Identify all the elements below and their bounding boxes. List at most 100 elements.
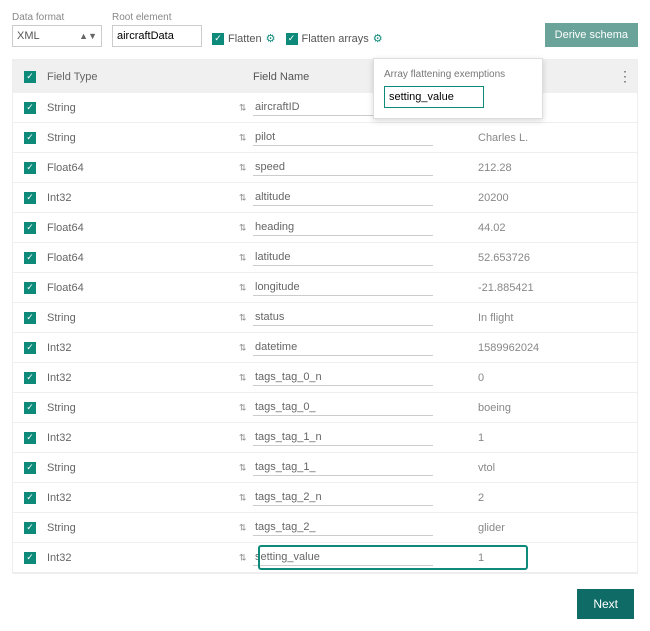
table-row: ✓ String tags_tag_0_ boeing bbox=[13, 393, 637, 423]
table-row: ✓StringstatusIn flight bbox=[13, 303, 637, 333]
table-row: ✓StringaircraftID bbox=[13, 93, 637, 123]
field-name-input[interactable]: datetime bbox=[253, 339, 433, 356]
field-value: In flight bbox=[478, 312, 513, 324]
table-row: ✓ Int32 tags_tag_2_n 2 bbox=[13, 483, 637, 513]
row-checkbox[interactable]: ✓ bbox=[24, 132, 36, 144]
field-type: String bbox=[47, 462, 76, 474]
caret-icon: ▲▼ bbox=[79, 31, 97, 41]
field-value: boeing bbox=[478, 402, 511, 414]
derive-schema-button[interactable]: Derive schema bbox=[545, 23, 638, 47]
field-name-input[interactable]: tags_tag_1_n bbox=[253, 429, 433, 446]
sort-icon[interactable] bbox=[238, 251, 247, 264]
table-row: ✓ Int32 tags_tag_0_n 0 bbox=[13, 363, 637, 393]
row-checkbox[interactable]: ✓ bbox=[24, 222, 36, 234]
row-checkbox[interactable]: ✓ bbox=[24, 192, 36, 204]
row-checkbox[interactable]: ✓ bbox=[24, 282, 36, 294]
sort-icon[interactable] bbox=[238, 551, 247, 564]
table-row: ✓ Int32 datetime 1589962024 bbox=[13, 333, 637, 363]
next-button[interactable]: Next bbox=[577, 589, 634, 619]
field-type: Float64 bbox=[47, 282, 84, 294]
data-format-label: Data format bbox=[12, 12, 102, 23]
field-value: 1589962024 bbox=[478, 342, 539, 354]
sort-icon[interactable] bbox=[238, 101, 247, 114]
row-checkbox[interactable]: ✓ bbox=[24, 342, 36, 354]
table-row: ✓ String tags_tag_2_ glider bbox=[13, 513, 637, 543]
field-type: Int32 bbox=[47, 192, 71, 204]
field-value: Charles L. bbox=[478, 132, 528, 144]
field-type: String bbox=[47, 402, 76, 414]
field-type: Int32 bbox=[47, 372, 71, 384]
row-checkbox[interactable]: ✓ bbox=[24, 252, 36, 264]
select-all-checkbox[interactable]: ✓ bbox=[24, 71, 36, 83]
field-name-input[interactable]: setting_value bbox=[253, 549, 433, 566]
field-name-input[interactable]: longitude bbox=[253, 279, 433, 296]
flatten-arrays-checkbox[interactable]: ✓ bbox=[286, 33, 298, 45]
gear-icon[interactable]: ⚙ bbox=[373, 32, 383, 45]
popup-title: Array flattening exemptions bbox=[384, 69, 532, 80]
sort-icon[interactable] bbox=[238, 401, 247, 414]
table-row: ✓Int32tags_tag_1_n1 bbox=[13, 423, 637, 453]
row-checkbox[interactable]: ✓ bbox=[24, 372, 36, 384]
field-name-input[interactable]: tags_tag_1_ bbox=[253, 459, 433, 476]
field-value: glider bbox=[478, 522, 505, 534]
sort-icon[interactable] bbox=[238, 221, 247, 234]
field-name-input[interactable]: status bbox=[253, 309, 433, 326]
table-row: ✓Float64speed212.28 bbox=[13, 153, 637, 183]
field-name-input[interactable]: latitude bbox=[253, 249, 433, 266]
sort-icon[interactable] bbox=[238, 191, 247, 204]
data-format-select[interactable]: XML ▲▼ bbox=[12, 25, 102, 47]
row-checkbox[interactable]: ✓ bbox=[24, 402, 36, 414]
field-name-input[interactable]: tags_tag_2_n bbox=[253, 489, 433, 506]
field-name-input[interactable]: tags_tag_0_n bbox=[253, 369, 433, 386]
row-checkbox[interactable]: ✓ bbox=[24, 312, 36, 324]
header-field-name: Field Name bbox=[253, 71, 309, 83]
field-value: 20200 bbox=[478, 192, 509, 204]
table-row: ✓Float64latitude52.653726 bbox=[13, 243, 637, 273]
row-checkbox[interactable]: ✓ bbox=[24, 552, 36, 564]
field-type: String bbox=[47, 102, 76, 114]
sort-icon[interactable] bbox=[238, 461, 247, 474]
field-value: 0 bbox=[478, 372, 484, 384]
field-value: -21.885421 bbox=[478, 282, 534, 294]
sort-icon[interactable] bbox=[238, 131, 247, 144]
row-checkbox[interactable]: ✓ bbox=[24, 162, 36, 174]
sort-icon[interactable] bbox=[238, 371, 247, 384]
row-checkbox[interactable]: ✓ bbox=[24, 522, 36, 534]
row-checkbox[interactable]: ✓ bbox=[24, 492, 36, 504]
field-name-input[interactable]: tags_tag_0_ bbox=[253, 399, 433, 416]
field-type: Int32 bbox=[47, 432, 71, 444]
field-type: Float64 bbox=[47, 252, 84, 264]
sort-icon[interactable] bbox=[238, 281, 247, 294]
exemption-input[interactable] bbox=[384, 86, 484, 108]
row-checkbox[interactable]: ✓ bbox=[24, 102, 36, 114]
flatten-checkbox[interactable]: ✓ bbox=[212, 33, 224, 45]
sort-icon[interactable] bbox=[238, 161, 247, 174]
data-format-value: XML bbox=[17, 30, 40, 42]
sort-icon[interactable] bbox=[238, 491, 247, 504]
sort-icon[interactable] bbox=[238, 521, 247, 534]
root-element-input[interactable] bbox=[112, 25, 202, 47]
field-name-input[interactable]: heading bbox=[253, 219, 433, 236]
field-name-input[interactable]: pilot bbox=[253, 129, 433, 146]
row-checkbox[interactable]: ✓ bbox=[24, 432, 36, 444]
field-type: Int32 bbox=[47, 342, 71, 354]
table-row: ✓ Int32 altitude 20200 bbox=[13, 183, 637, 213]
sort-icon[interactable] bbox=[238, 311, 247, 324]
field-name-input[interactable]: speed bbox=[253, 159, 433, 176]
table-row: ✓ String tags_tag_1_ vtol bbox=[13, 453, 637, 483]
exemptions-popup: Array flattening exemptions bbox=[373, 58, 543, 119]
row-checkbox[interactable]: ✓ bbox=[24, 462, 36, 474]
field-type: String bbox=[47, 522, 76, 534]
root-element-label: Root element bbox=[112, 12, 202, 23]
field-value: vtol bbox=[478, 462, 495, 474]
field-value: 2 bbox=[478, 492, 484, 504]
field-name-input[interactable]: altitude bbox=[253, 189, 433, 206]
gear-icon[interactable]: ⚙ bbox=[266, 32, 276, 45]
table-header: ✓ Field Type Field Name ⋮ bbox=[13, 60, 637, 93]
table-row: ✓Int32setting_value1 bbox=[13, 543, 637, 573]
sort-icon[interactable] bbox=[238, 341, 247, 354]
field-type: Int32 bbox=[47, 492, 71, 504]
sort-icon[interactable] bbox=[238, 431, 247, 444]
field-name-input[interactable]: tags_tag_2_ bbox=[253, 519, 433, 536]
table-menu-icon[interactable]: ⋮ bbox=[613, 68, 637, 85]
